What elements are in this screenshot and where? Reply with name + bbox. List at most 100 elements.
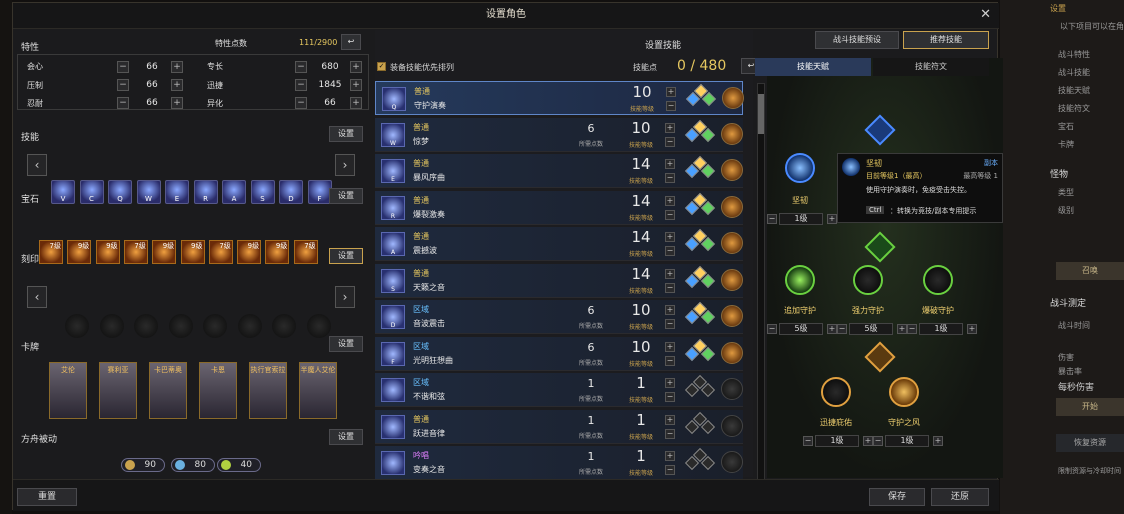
rune-slot-icon[interactable] <box>721 195 743 218</box>
decrease-button[interactable]: − <box>665 428 675 439</box>
rp-item[interactable]: 宝石 <box>1046 118 1124 136</box>
close-icon[interactable]: ✕ <box>980 7 991 22</box>
decrease-button[interactable]: − <box>665 246 675 256</box>
next-arrow-icon[interactable]: › <box>335 154 355 176</box>
decrease-button[interactable]: − <box>666 101 676 111</box>
increase-button[interactable]: + <box>827 214 837 224</box>
tripod-node-icon[interactable] <box>785 153 815 183</box>
skill-slot-icon[interactable]: R <box>193 180 218 204</box>
save-button[interactable]: 保存 <box>869 488 925 506</box>
reset-traits-icon[interactable]: ↩ <box>341 34 361 50</box>
decrease-button[interactable]: − <box>665 392 675 402</box>
rune-slot-icon[interactable] <box>722 87 744 109</box>
tripod-node-icon[interactable] <box>889 377 919 407</box>
skills-setup-button[interactable]: 设置 <box>329 126 363 142</box>
skill-slot-icon[interactable]: S <box>250 180 275 204</box>
gem-slot-icon[interactable]: 9级 <box>237 240 262 264</box>
card-slot[interactable]: 卡巴蒂奥 <box>149 362 187 419</box>
stat-value[interactable]: 66 <box>307 97 353 109</box>
engraving-slot-icon[interactable] <box>272 314 296 338</box>
skill-slot-icon[interactable]: V <box>51 180 75 204</box>
increase-button[interactable]: + <box>665 195 675 206</box>
skill-slot-icon[interactable]: F <box>307 180 332 204</box>
engraving-slot-icon[interactable] <box>168 314 193 338</box>
reset-button[interactable]: 重置 <box>17 488 77 506</box>
tripod-node-icon[interactable] <box>853 265 883 295</box>
gem-slot-icon[interactable]: 9级 <box>152 240 177 264</box>
increase-button[interactable]: + <box>897 324 907 334</box>
gem-slot-icon[interactable]: 9级 <box>180 240 205 264</box>
ark-setup-button[interactable]: 设置 <box>329 429 363 445</box>
recommend-skill-button[interactable]: 推荐技能 <box>903 31 989 49</box>
skill-row[interactable]: W 普通 惊梦 6 所需点数 10 技能等级 + − <box>375 117 743 152</box>
tripod-node-icon[interactable] <box>821 377 851 407</box>
increase-button[interactable]: + <box>863 436 873 446</box>
rune-slot-icon[interactable] <box>721 268 743 291</box>
stat-value[interactable]: 66 <box>129 61 175 73</box>
decrease-button[interactable]: − <box>803 436 813 446</box>
rune-slot-icon[interactable] <box>721 451 743 473</box>
cards-setup-button[interactable]: 设置 <box>329 336 363 352</box>
rp-item[interactable]: 战斗特性 <box>1046 46 1124 64</box>
skill-row[interactable]: F 区域 光明狂想曲 6 所需点数 10 技能等级 + − <box>375 336 743 371</box>
skill-slot-icon[interactable]: A <box>222 180 246 204</box>
increase-button[interactable]: + <box>350 61 362 73</box>
increase-button[interactable]: + <box>665 378 675 388</box>
decrease-button[interactable]: − <box>295 61 307 73</box>
stat-value[interactable]: 66 <box>129 79 175 91</box>
increase-button[interactable]: + <box>171 61 183 73</box>
gem-slot-icon[interactable]: 7级 <box>208 240 233 264</box>
skill-row[interactable]: S 普通 天籁之音 14 技能等级 + − <box>375 263 743 298</box>
decrease-button[interactable]: − <box>665 173 675 183</box>
prev-arrow-icon[interactable]: ‹ <box>27 154 47 176</box>
summon-button[interactable]: 召唤 <box>1056 262 1124 280</box>
increase-button[interactable]: + <box>666 87 676 97</box>
increase-button[interactable]: + <box>665 122 675 133</box>
stat-value[interactable]: 66 <box>129 97 175 109</box>
decrease-button[interactable]: − <box>295 79 307 91</box>
stat-value[interactable]: 1845 <box>307 79 353 91</box>
skill-preset-button[interactable]: 战斗技能预设 <box>815 31 899 49</box>
increase-button[interactable]: + <box>350 79 362 91</box>
restore-resource-button[interactable]: 恢复资源 <box>1056 434 1124 452</box>
next-arrow-icon[interactable]: › <box>335 286 355 308</box>
increase-button[interactable]: + <box>665 232 675 242</box>
increase-button[interactable]: + <box>171 97 183 109</box>
decrease-button[interactable]: − <box>117 97 129 109</box>
tab-tripod[interactable]: 技能天赋 <box>755 58 871 76</box>
increase-button[interactable]: + <box>827 324 837 334</box>
increase-button[interactable]: + <box>350 97 362 109</box>
gem-slot-icon[interactable]: 9级 <box>67 240 92 264</box>
decrease-button[interactable]: − <box>907 324 917 334</box>
skill-row[interactable]: E 普通 暴风序曲 14 技能等级 + − <box>375 154 743 188</box>
card-slot[interactable]: 艾伦 <box>49 362 87 419</box>
rp-item[interactable]: 战斗技能 <box>1046 64 1124 82</box>
tripod-node-icon[interactable] <box>785 265 815 295</box>
card-slot[interactable]: 赛利亚 <box>99 362 137 419</box>
rune-slot-icon[interactable] <box>721 414 743 437</box>
increase-button[interactable]: + <box>171 79 183 91</box>
decrease-button[interactable]: − <box>767 214 777 224</box>
increase-button[interactable]: + <box>665 305 675 315</box>
decrease-button[interactable]: − <box>665 465 675 475</box>
card-slot[interactable]: 半魔人艾伦 <box>299 362 337 419</box>
increase-button[interactable]: + <box>665 341 675 352</box>
increase-button[interactable]: + <box>665 159 675 169</box>
increase-button[interactable]: + <box>665 268 675 279</box>
skill-row[interactable]: 吟唱 变奏之音 1 所需点数 1 技能等级 + − <box>375 446 743 480</box>
gem-slot-icon[interactable]: 7级 <box>39 240 63 264</box>
skill-row[interactable]: A 普通 震撼波 14 技能等级 + − <box>375 227 743 261</box>
increase-button[interactable]: + <box>967 324 977 334</box>
increase-button[interactable]: + <box>665 414 675 425</box>
gem-slot-icon[interactable]: 7级 <box>123 240 148 264</box>
decrease-button[interactable]: − <box>873 436 883 446</box>
rune-slot-icon[interactable] <box>721 341 743 364</box>
skill-slot-icon[interactable]: E <box>165 180 189 204</box>
rp-item[interactable]: 卡牌 <box>1046 136 1124 154</box>
decrease-button[interactable]: − <box>665 209 675 220</box>
decrease-button[interactable]: − <box>665 136 675 147</box>
engraving-slot-icon[interactable] <box>237 314 262 338</box>
rune-slot-icon[interactable] <box>721 305 743 327</box>
rp-item[interactable]: 技能天赋 <box>1046 82 1124 100</box>
gem-slot-icon[interactable]: 9级 <box>95 240 120 264</box>
